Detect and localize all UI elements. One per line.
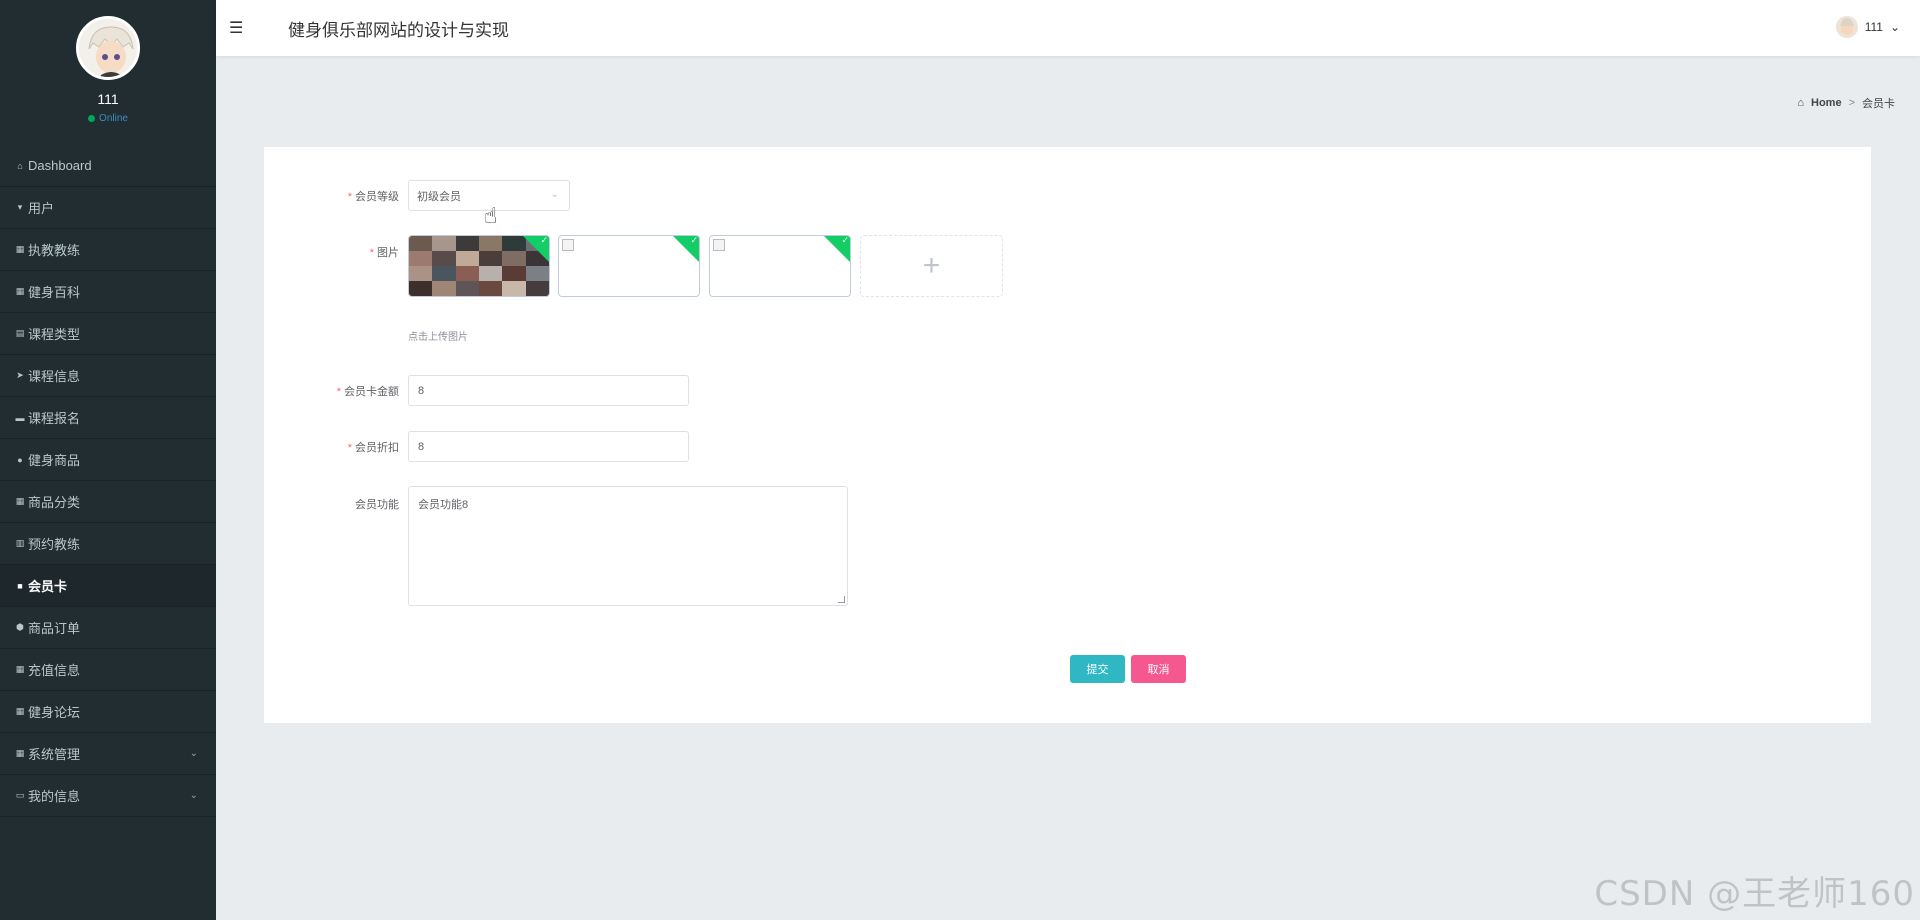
level-label: * 会员等级 <box>347 191 399 203</box>
member-level-value: 初级会员 <box>417 190 461 203</box>
member-card-form: * 会员等级 初级会员 ⌄ * 图片 ✓ ✓ ✓ + 点击上传图片 * 会员卡金额 8… <box>264 147 1871 723</box>
sidebar-item-6[interactable]: ▬ 课程报名 <box>0 397 216 439</box>
chevron-down-icon: ⌄ <box>1889 20 1900 34</box>
avatar <box>76 16 140 80</box>
sidebar-item-3[interactable]: ▦ 健身百科 <box>0 271 216 313</box>
send-icon: ➤ <box>16 370 24 380</box>
sidebar-item-label: 充值信息 <box>28 663 81 678</box>
home-icon: ⌂ <box>17 160 23 171</box>
sidebar-item-2[interactable]: ▦ 执教教练 <box>0 229 216 271</box>
sidebar-item-label: 课程信息 <box>28 369 81 384</box>
image-preview <box>409 236 549 296</box>
cancel-button[interactable]: 取消 <box>1131 655 1186 683</box>
sidebar-item-label: 商品订单 <box>28 621 81 636</box>
online-status: Online <box>0 113 216 124</box>
sidebar-menu: ⌂ Dashboard ▾ 用户 ▦ 执教教练 ▦ 健身百科 ▤ 课程类型 ➤ 课程信息 ▬ 课程报名 ● 健… <box>0 145 216 817</box>
watermark: CSDN @王老师160 <box>1594 874 1915 914</box>
sidebar-item-label: 健身商品 <box>28 453 81 468</box>
sidebar-item-5[interactable]: ➤ 课程信息 <box>0 355 216 397</box>
plus-icon: + <box>922 249 941 282</box>
sidebar-item-label: 课程报名 <box>28 411 81 426</box>
sidebar-item-13[interactable]: ▦ 健身论坛 <box>0 691 216 733</box>
chevron-down-icon: ⌄ <box>189 790 198 801</box>
bag-icon: ▬ <box>15 412 25 423</box>
sidebar-item-11[interactable]: ⬢ 商品订单 <box>0 607 216 649</box>
top-header: ☰ 健身俱乐部网站的设计与实现 111 ⌄ <box>216 0 1920 56</box>
sidebar-item-label: 课程类型 <box>28 327 81 342</box>
upload-add-button[interactable]: + <box>860 235 1003 297</box>
sidebar-item-14[interactable]: ▦ 系统管理 ⌄ <box>0 733 216 775</box>
online-dot-icon <box>88 115 96 122</box>
pointer-cursor-icon: ☝ <box>484 203 498 228</box>
user-panel: 111 Online <box>0 0 216 145</box>
uploaded-image-1[interactable]: ✓ <box>408 235 550 297</box>
sidebar-item-label: 健身百科 <box>28 285 81 300</box>
grid-icon: ▦ <box>15 286 25 296</box>
user-avatar <box>1835 16 1858 38</box>
sidebar-item-9[interactable]: ▥ 预约教练 <box>0 523 216 565</box>
table-icon: ▤ <box>15 328 25 338</box>
sidebar-item-12[interactable]: ▦ 充值信息 <box>0 649 216 691</box>
sidebar-item-15[interactable]: ▭ 我的信息 ⌄ <box>0 775 216 817</box>
sidebar-item-label: 系统管理 <box>28 747 81 762</box>
submit-button[interactable]: 提交 <box>1070 655 1125 683</box>
sidebar: 111 Online ⌂ Dashboard ▾ 用户 ▦ 执教教练 ▦ 健身百科 ▤ 课程类型 ➤… <box>0 0 216 920</box>
sidebar-item-7[interactable]: ● 健身商品 <box>0 439 216 481</box>
sidebar-item-label: 预约教练 <box>28 537 81 552</box>
resize-handle-icon[interactable] <box>838 596 845 603</box>
breadcrumb-separator: > <box>1848 97 1855 109</box>
sidebar-item-label: 执教教练 <box>28 243 81 258</box>
calendar-icon: ▭ <box>15 790 25 800</box>
sidebar-item-label: 用户 <box>28 201 55 216</box>
check-icon: ✓ <box>841 235 849 245</box>
site-title: 健身俱乐部网站的设计与实现 <box>288 20 509 40</box>
sidebar-item-4[interactable]: ▤ 课程类型 <box>0 313 216 355</box>
sidebar-item-label: 会员卡 <box>28 579 68 594</box>
header-username: 111 <box>1864 20 1883 34</box>
function-label: 会员功能 <box>355 499 399 511</box>
upload-tip: 点击上传图片 <box>408 332 468 343</box>
bars-icon: ▥ <box>15 538 25 548</box>
broken-image-icon <box>713 239 725 251</box>
user-pin-icon: ▾ <box>17 202 23 212</box>
sidebar-item-label: 商品分类 <box>28 495 81 510</box>
grid-icon: ▦ <box>15 244 25 254</box>
grid-icon: ▦ <box>15 706 25 716</box>
discount-input[interactable]: 8 <box>408 431 689 462</box>
sidebar-item-1[interactable]: ▾ 用户 <box>0 187 216 229</box>
card-icon: ■ <box>17 580 23 591</box>
chevron-down-icon: ⌄ <box>550 189 559 200</box>
breadcrumb-home[interactable]: Home <box>1811 97 1842 109</box>
check-icon: ✓ <box>690 235 698 245</box>
sidebar-item-label: Dashboard <box>28 158 92 173</box>
menu-icon[interactable]: ☰ <box>229 18 247 38</box>
sidebar-item-0[interactable]: ⌂ Dashboard <box>0 145 216 187</box>
discount-label: * 会员折扣 <box>347 442 399 454</box>
sidebar-item-label: 我的信息 <box>28 789 81 804</box>
amount-label: * 会员卡金额 <box>336 386 399 398</box>
person-icon: ● <box>17 454 23 465</box>
sidebar-item-10[interactable]: ■ 会员卡 <box>0 565 216 607</box>
chevron-down-icon: ⌄ <box>189 748 198 759</box>
breadcrumb: ⌂ Home > 会员卡 <box>1797 95 1895 111</box>
home-icon: ⌂ <box>1797 97 1804 109</box>
function-text: 会员功能8 <box>418 499 469 511</box>
shield-icon: ⬢ <box>16 622 24 632</box>
grid-icon: ▦ <box>15 748 25 758</box>
sidebar-item-8[interactable]: ▦ 商品分类 <box>0 481 216 523</box>
grid-icon: ▦ <box>15 496 25 506</box>
user-dropdown[interactable]: 111 ⌄ <box>1835 16 1900 38</box>
breadcrumb-current: 会员卡 <box>1862 98 1895 110</box>
sidebar-username: 111 <box>97 91 119 107</box>
function-textarea[interactable]: 会员功能8 <box>408 486 848 606</box>
image-label: * 图片 <box>369 247 399 259</box>
grid-icon: ▦ <box>15 664 25 674</box>
uploaded-image-2[interactable]: ✓ <box>558 235 700 297</box>
amount-input[interactable]: 8 <box>408 375 689 406</box>
broken-image-icon <box>562 239 574 251</box>
sidebar-item-label: 健身论坛 <box>28 705 81 720</box>
uploaded-image-3[interactable]: ✓ <box>709 235 851 297</box>
online-status-text: Online <box>99 113 128 124</box>
check-icon: ✓ <box>540 235 548 245</box>
